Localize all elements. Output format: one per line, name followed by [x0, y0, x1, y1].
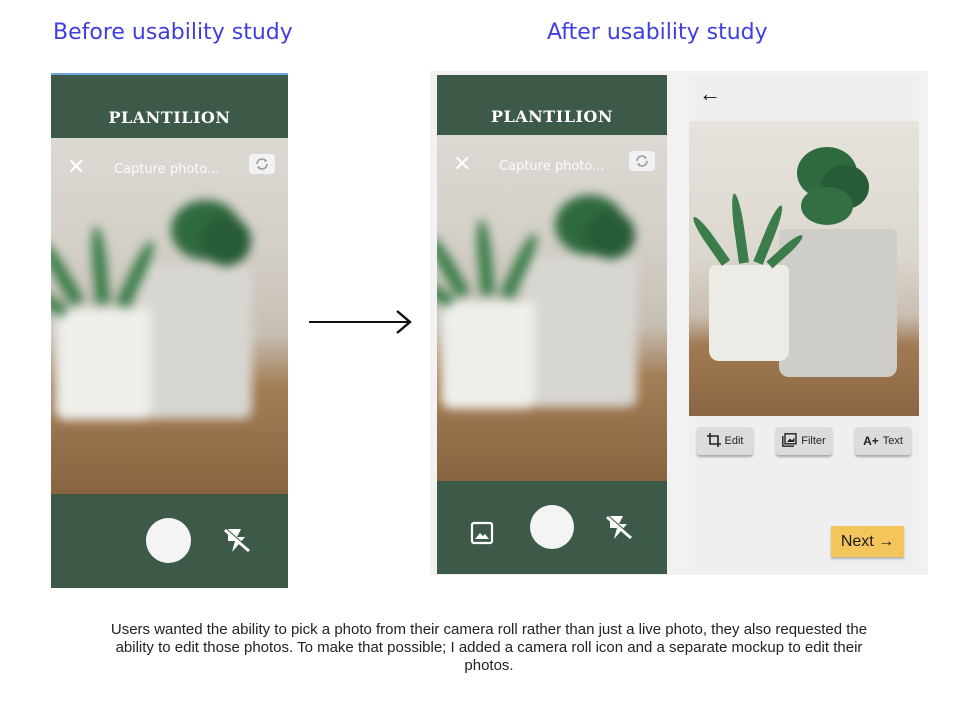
back-arrow-icon[interactable]: ← [699, 81, 721, 107]
filter-tool-button[interactable]: Filter [776, 427, 832, 455]
before-phone-mockup: PLANTILION ✕ Capture photo... [51, 73, 288, 588]
after-edit-mockup: ← Edit Filter A+ Text Next → [689, 75, 919, 574]
flash-off-icon[interactable] [221, 526, 253, 559]
transition-arrow [309, 307, 413, 342]
text-tool-button[interactable]: A+ Text [855, 427, 911, 455]
brand-logo: PLANTILION [108, 108, 231, 127]
before-heading: Before usability study [53, 20, 293, 45]
shutter-button[interactable] [146, 518, 191, 563]
camera-viewfinder: ✕ Capture photo... [437, 135, 667, 481]
text-icon: A+ [863, 434, 879, 448]
crop-icon [706, 432, 721, 450]
next-button[interactable]: Next → [831, 526, 904, 557]
edit-tool-label: Edit [724, 435, 744, 447]
camera-viewfinder: ✕ Capture photo... [51, 138, 288, 494]
after-camera-mockup: PLANTILION ✕ Capture photo... [437, 75, 667, 574]
filter-tool-label: Filter [801, 435, 826, 447]
shutter-button[interactable] [530, 505, 574, 549]
after-heading: After usability study [547, 20, 768, 45]
switch-camera-icon[interactable] [629, 151, 655, 171]
switch-camera-icon[interactable] [249, 154, 275, 174]
edit-tool-button[interactable]: Edit [697, 427, 753, 455]
study-caption: Users wanted the ability to pick a photo… [110, 621, 868, 674]
close-icon[interactable]: ✕ [453, 153, 471, 175]
app-header: PLANTILION [51, 75, 288, 138]
flash-off-icon[interactable] [603, 513, 635, 546]
brand-logo: PLANTILION [490, 107, 613, 126]
capture-label: Capture photo... [499, 159, 605, 174]
camera-roll-icon[interactable] [470, 521, 494, 550]
camera-controls-bar [437, 481, 667, 574]
close-icon[interactable]: ✕ [67, 156, 85, 178]
text-tool-label: Text [882, 435, 903, 447]
capture-label: Capture photo... [114, 162, 220, 177]
filter-icon [782, 432, 797, 450]
app-header: PLANTILION [437, 75, 667, 135]
camera-controls-bar [51, 494, 288, 588]
photo-preview [689, 121, 919, 416]
